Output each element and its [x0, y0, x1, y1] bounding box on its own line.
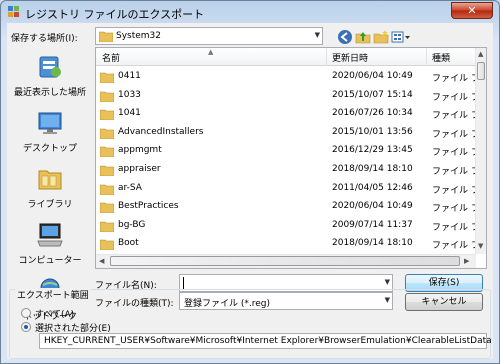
place-computer[interactable]: コンピューター [7, 217, 93, 273]
file-name: 1033 [118, 89, 141, 100]
folder-icon [100, 72, 114, 83]
file-date: 2020/06/04 10:49 [332, 201, 413, 212]
close-button[interactable]: ✕ [451, 2, 493, 19]
list-item[interactable]: BestPractices 2020/06/04 10:49 ファイル フ [96, 198, 480, 216]
vertical-scrollbar[interactable]: ▲ ▼ [475, 48, 486, 254]
file-type: ファイル フ [432, 92, 480, 103]
save-in-dropdown[interactable]: System32 ▼ [95, 27, 323, 45]
file-type: ファイル フ [432, 111, 480, 122]
folder-icon [100, 91, 114, 102]
list-item[interactable]: 1041 2016/07/26 10:34 ファイル フ [96, 105, 480, 123]
list-item[interactable]: ar-SA 2011/04/05 12:46 ファイル フ [96, 180, 480, 198]
scroll-down-icon[interactable]: ▼ [478, 242, 483, 250]
file-type: ファイル フ [432, 148, 480, 159]
desktop-icon [38, 112, 62, 134]
scroll-thumb[interactable] [477, 62, 485, 80]
file-name: 1041 [118, 108, 141, 119]
file-name: ar-SA [118, 182, 142, 193]
place-label: 最近表示した場所 [13, 88, 86, 98]
column-date-header[interactable]: 更新日時 [332, 51, 368, 64]
file-date: 2018/09/14 18:10 [332, 164, 413, 174]
file-type: ファイル フ [432, 222, 480, 233]
places-bar: 最近表示した場所 デスクトップ ライブラリ コンピューター ネットワーク [7, 47, 93, 322]
save-in-label: 保存する場所(I): [11, 34, 78, 44]
registry-icon [8, 6, 19, 17]
column-name-header[interactable]: 名前 [102, 51, 120, 64]
file-name: appraiser [118, 164, 161, 174]
file-type: ファイル フ [432, 185, 480, 196]
horizontal-scrollbar[interactable]: ◀ ▶ [96, 254, 476, 268]
file-name: Boot [118, 238, 139, 249]
folder-icon [100, 221, 114, 232]
file-date: 2016/07/26 10:34 [332, 108, 413, 119]
file-date: 2016/12/29 13:45 [332, 145, 413, 156]
title-bar[interactable]: レジストリ ファイルのエクスポート ✕ [1, 1, 499, 23]
file-name: bg-BG [118, 219, 146, 230]
file-date: 2011/04/05 12:46 [332, 182, 413, 193]
place-label: ライブラリ [27, 200, 73, 210]
new-folder-icon[interactable] [373, 29, 389, 45]
list-item[interactable]: bg-BG 2009/07/14 11:37 ファイル フ [96, 217, 480, 235]
chevron-down-icon[interactable]: ▼ [385, 278, 390, 286]
folder-icon [100, 147, 114, 158]
file-date: 2020/06/04 10:49 [332, 71, 413, 81]
radio-all-label[interactable]: すべて(A) [35, 307, 74, 320]
selected-key-path-input[interactable]: HKEY_CURRENT_USER¥Software¥Microsoft¥Int… [39, 333, 492, 349]
file-date: 2015/10/07 15:14 [332, 89, 413, 100]
text-cursor [183, 277, 184, 289]
list-item[interactable]: Boot 2018/09/14 18:10 ファイル フ [96, 235, 480, 253]
scroll-thumb-horizontal[interactable] [110, 256, 460, 266]
dialog-body: 保存する場所(I): System32 ▼ 最近表示した場所 デスクトップ ライ… [7, 23, 493, 359]
scroll-left-icon[interactable]: ◀ [99, 257, 104, 265]
back-icon[interactable] [337, 29, 353, 45]
save-in-value: System32 [116, 31, 162, 41]
file-date: 2015/10/01 13:56 [332, 126, 413, 137]
chevron-down-icon: ▼ [314, 31, 320, 39]
list-item[interactable]: 1033 2015/10/07 15:14 ファイル フ [96, 87, 480, 105]
place-label: デスクトップ [22, 144, 77, 154]
file-date: 2018/09/14 18:10 [332, 238, 413, 249]
folder-icon [100, 165, 114, 176]
list-item[interactable]: AdvancedInstallers 2015/10/01 13:56 ファイル フ [96, 124, 480, 142]
folder-icon [100, 240, 114, 251]
folder-icon [100, 109, 114, 121]
folder-icon [99, 31, 113, 42]
place-recent[interactable]: 最近表示した場所 [7, 49, 93, 105]
list-header: 名前 ▲ 更新日時 種類 [96, 48, 476, 66]
scroll-right-icon[interactable]: ▶ [464, 257, 469, 265]
folder-icon [100, 184, 114, 195]
file-type: ファイル フ [432, 129, 480, 140]
column-type-header[interactable]: 種類 [432, 51, 450, 64]
file-name: BestPractices [118, 201, 179, 212]
computer-icon [37, 223, 63, 247]
list-item[interactable]: appraiser 2018/09/14 18:10 ファイル フ [96, 161, 480, 179]
scroll-up-icon[interactable]: ▲ [478, 50, 483, 58]
sort-ascending-icon: ▲ [208, 48, 214, 56]
folder-icon [100, 128, 114, 139]
file-type: ファイル フ [432, 74, 480, 84]
file-date: 2009/07/14 11:37 [332, 219, 413, 230]
place-libraries[interactable]: ライブラリ [7, 161, 93, 217]
list-item[interactable]: appmgmt 2016/12/29 13:45 ファイル フ [96, 142, 480, 160]
file-name: 0411 [118, 71, 141, 81]
radio-selected[interactable] [21, 322, 31, 332]
file-name: appmgmt [118, 145, 162, 156]
up-folder-icon[interactable] [355, 29, 371, 45]
window-title: レジストリ ファイルのエクスポート [25, 8, 205, 21]
radio-all[interactable] [21, 308, 31, 318]
list-item[interactable]: 0411 2020/06/04 10:49 ファイル フ [96, 68, 480, 86]
file-type: ファイル フ [432, 241, 480, 252]
place-label: コンピューター [18, 256, 82, 266]
libraries-icon [38, 170, 62, 190]
export-dialog: レジストリ ファイルのエクスポート ✕ 保存する場所(I): System32 … [0, 0, 500, 364]
file-type: ファイル フ [432, 204, 480, 215]
recent-places-icon [39, 56, 61, 78]
view-menu-icon[interactable] [391, 29, 411, 45]
file-list[interactable]: 名前 ▲ 更新日時 種類 0411 2020/06/04 10:49 ファイル フ1… [95, 47, 487, 269]
place-desktop[interactable]: デスクトップ [7, 105, 93, 161]
file-type: ファイル フ [432, 167, 480, 177]
export-range-legend: エクスポート範囲 [15, 288, 91, 301]
folder-icon [100, 202, 114, 214]
file-name: AdvancedInstallers [118, 126, 204, 137]
